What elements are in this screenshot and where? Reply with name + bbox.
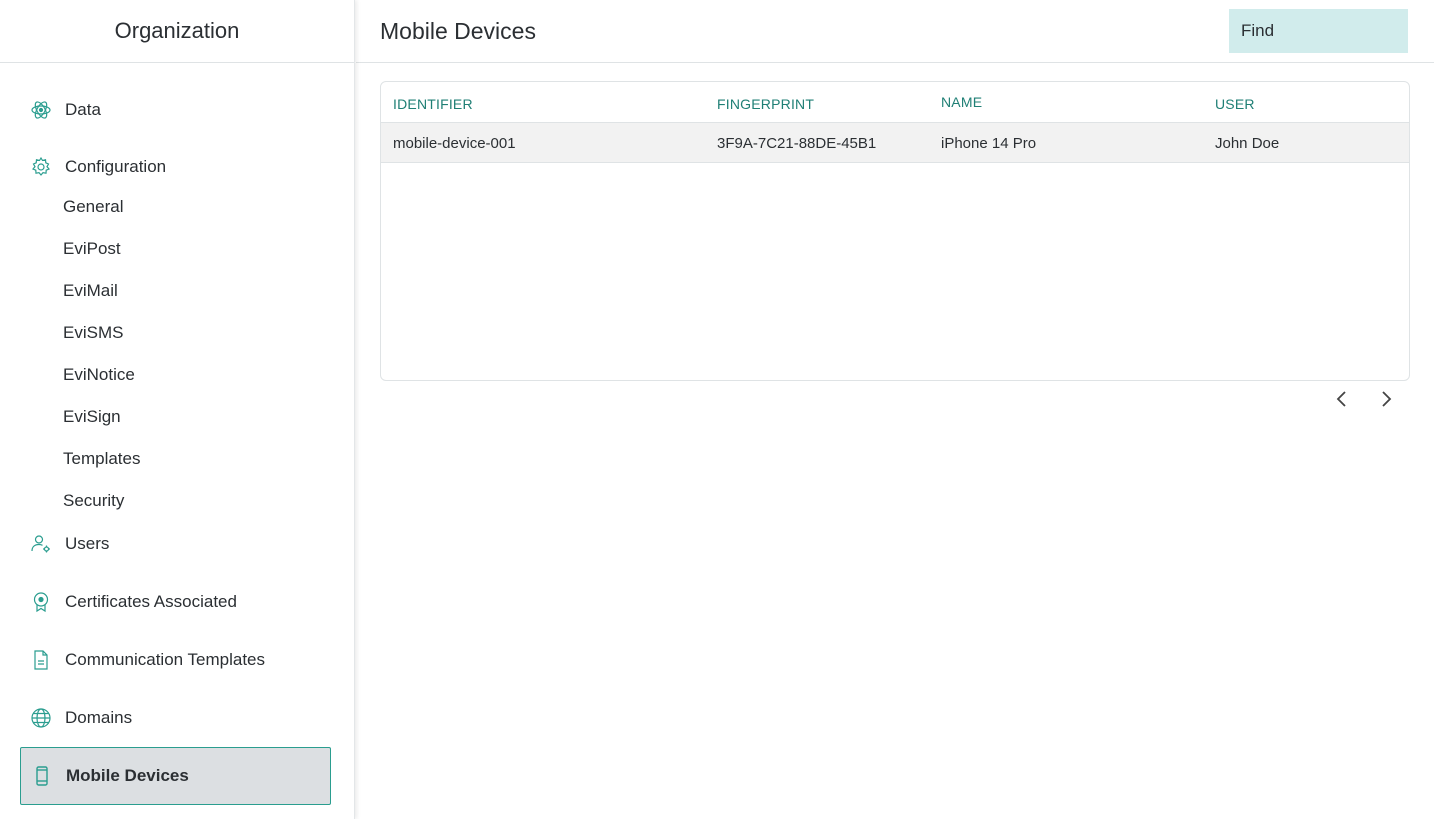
chevron-right-icon	[1382, 391, 1392, 407]
certificate-icon	[30, 591, 52, 613]
cell-identifier: mobile-device-001	[393, 135, 516, 152]
user-gear-icon	[30, 533, 52, 555]
chevron-left-icon	[1336, 391, 1346, 407]
sidebar-item-data[interactable]: Data	[20, 96, 331, 124]
gear-icon	[30, 156, 52, 178]
devices-table: IDENTIFIER FINGERPRINT NAME USER mobile-…	[380, 81, 1410, 381]
main-header: Mobile Devices	[356, 0, 1434, 63]
sidebar-subitem-evisign[interactable]: EviSign	[63, 407, 121, 427]
sidebar-subitem-evipost[interactable]: EviPost	[63, 239, 121, 259]
sidebar-subitem-evimail[interactable]: EviMail	[63, 281, 118, 301]
previous-page-button[interactable]	[1331, 388, 1353, 410]
sidebar-item-domains[interactable]: Domains	[20, 704, 331, 732]
search-input[interactable]	[1229, 9, 1408, 53]
sidebar-item-certificates-associated[interactable]: Certificates Associated	[20, 588, 331, 616]
sidebar-item-label: Data	[65, 100, 101, 119]
sidebar-item-label: Communication Templates	[65, 650, 265, 669]
sidebar-item-label: Configuration	[65, 157, 167, 176]
main-content: Mobile Devices IDENTIFIER FINGERPRINT NA…	[356, 0, 1434, 819]
atom-icon	[30, 99, 52, 121]
sidebar-item-label: Mobile Devices	[66, 766, 189, 785]
sidebar-item-communication-templates[interactable]: Communication Templates	[20, 646, 331, 674]
pagination	[1331, 388, 1397, 410]
sidebar-item-label: Domains	[65, 708, 133, 727]
table-row[interactable]: mobile-device-001 3F9A-7C21-88DE-45B1 iP…	[381, 123, 1409, 163]
sidebar-subitem-evinotice[interactable]: EviNotice	[63, 365, 135, 385]
globe-icon	[30, 707, 52, 729]
next-page-button[interactable]	[1375, 388, 1397, 410]
cell-fingerprint: 3F9A-7C21-88DE-45B1	[717, 135, 877, 152]
sidebar-subitem-templates[interactable]: Templates	[63, 449, 140, 469]
cell-name: iPhone 14 Pro	[941, 135, 1037, 152]
sidebar-subitem-general[interactable]: General	[63, 197, 123, 217]
column-header-identifier[interactable]: IDENTIFIER	[393, 96, 473, 112]
sidebar-title: Organization	[0, 0, 354, 63]
document-icon	[30, 649, 52, 671]
sidebar-item-label: Users	[65, 534, 110, 553]
sidebar: Organization Data Configuration General …	[0, 0, 355, 819]
sidebar-item-configuration[interactable]: Configuration	[20, 153, 331, 181]
column-header-name[interactable]: NAME	[941, 94, 982, 110]
sidebar-subitem-security[interactable]: Security	[63, 491, 124, 511]
table-header: IDENTIFIER FINGERPRINT NAME USER	[381, 82, 1409, 123]
cell-user: John Doe	[1215, 135, 1280, 152]
sidebar-item-mobile-devices[interactable]: Mobile Devices	[20, 747, 331, 805]
column-header-fingerprint[interactable]: FINGERPRINT	[717, 96, 814, 112]
page-title: Mobile Devices	[380, 17, 536, 44]
sidebar-subitem-evisms[interactable]: EviSMS	[63, 323, 123, 343]
sidebar-item-label: Certificates Associated	[65, 592, 237, 611]
mobile-icon	[31, 765, 53, 787]
sidebar-item-users[interactable]: Users	[20, 530, 331, 558]
column-header-user[interactable]: USER	[1215, 96, 1255, 112]
